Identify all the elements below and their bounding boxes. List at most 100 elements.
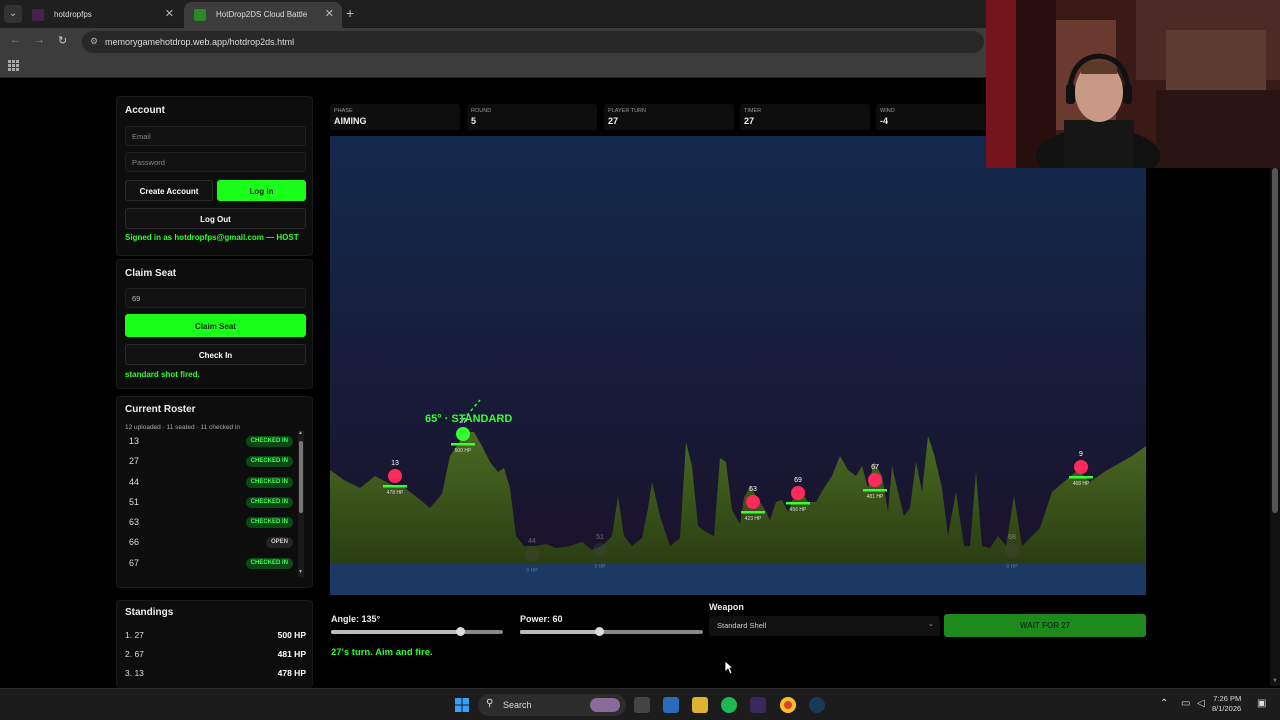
- site-info-icon[interactable]: ⚙: [90, 36, 98, 47]
- tank-number: 13: [391, 460, 399, 467]
- roster-scroll-down-icon[interactable]: ▼: [298, 569, 303, 575]
- roster-status-badge: CHECKED IN: [245, 436, 293, 447]
- tab-hotdropfps[interactable]: hotdropfps ✕: [22, 2, 182, 28]
- logout-button[interactable]: Log Out: [125, 208, 306, 229]
- url-text: memorygamehotdrop.web.app/hotdrop2ds.htm…: [105, 37, 295, 47]
- back-icon[interactable]: ←: [10, 34, 21, 46]
- angle-slider-knob[interactable]: [456, 627, 465, 636]
- tank-health-bar: [1000, 559, 1024, 562]
- stat-round: ROUND 5: [467, 104, 597, 130]
- search-highlight-icon: [590, 698, 620, 712]
- password-field[interactable]: [125, 152, 306, 172]
- tray-chevron-icon[interactable]: ⌃: [1160, 698, 1168, 709]
- email-field[interactable]: [125, 126, 306, 146]
- roster-row[interactable]: 63 CHECKED IN: [121, 512, 297, 532]
- page-scrollbar[interactable]: [1270, 86, 1280, 686]
- tab-search-button[interactable]: ⌄: [4, 5, 22, 23]
- roster-status-badge: CHECKED IN: [245, 476, 293, 488]
- standings-panel: Standings 1. 27 500 HP 2. 67 481 HP 3. 1…: [116, 600, 313, 688]
- roster-list[interactable]: 13 CHECKED IN 27 CHECKED IN 44 CHECKED IN 51 CH…: [121, 431, 297, 571]
- steam-icon[interactable]: [809, 697, 825, 713]
- task-view-icon[interactable]: [634, 697, 650, 713]
- scrollbar-thumb[interactable]: [1272, 168, 1278, 513]
- tank-body: [1005, 543, 1019, 557]
- tab-favicon: [32, 9, 44, 21]
- tank-body: [456, 427, 470, 441]
- tab-hotdrop2ds[interactable]: HotDrop2DS Cloud Battle ✕: [184, 2, 342, 28]
- roster-scroll-up-icon[interactable]: ▲: [298, 430, 303, 436]
- chrome-icon[interactable]: [780, 697, 796, 713]
- roster-scrollbar-thumb[interactable]: [299, 441, 303, 513]
- standings-title: Standings: [125, 607, 174, 618]
- address-bar[interactable]: ⚙ memorygamehotdrop.web.app/hotdrop2ds.h…: [82, 31, 984, 53]
- search-icon: ⚲: [486, 698, 494, 709]
- taskbar-search[interactable]: ⚲ Search: [478, 694, 626, 716]
- apps-grid-icon[interactable]: [8, 60, 19, 71]
- chevron-down-icon: ⌄: [928, 621, 934, 628]
- roster-status-badge: CHECKED IN: [245, 557, 293, 569]
- tank-body: [791, 486, 805, 500]
- spotify-icon[interactable]: [721, 697, 737, 713]
- check-in-button[interactable]: Check In: [125, 344, 306, 365]
- arena-water: [330, 564, 1146, 595]
- roster-row[interactable]: 51 CHECKED IN: [121, 492, 297, 512]
- roster-title: Current Roster: [125, 404, 196, 415]
- notification-icon[interactable]: ▣: [1257, 698, 1266, 709]
- power-slider-fill: [520, 630, 599, 634]
- roster-seat-number: 67: [129, 557, 140, 568]
- claim-seat-title: Claim Seat: [125, 268, 177, 279]
- tank-number: 9: [1079, 451, 1083, 458]
- seat-number-field[interactable]: [125, 288, 306, 308]
- hud-app-icon[interactable]: [750, 697, 766, 713]
- file-explorer-icon[interactable]: [692, 697, 708, 713]
- fire-button[interactable]: WAIT FOR 27: [944, 614, 1146, 637]
- roster-row[interactable]: 13 CHECKED IN: [121, 431, 297, 451]
- create-account-button[interactable]: Create Account: [125, 180, 213, 201]
- tank-hp: 423 HP: [745, 516, 762, 522]
- standings-hp: 481 HP: [277, 649, 306, 659]
- angle-slider[interactable]: [331, 627, 503, 636]
- volume-icon[interactable]: ◁: [1197, 698, 1205, 709]
- tank-body: [388, 469, 402, 483]
- weapon-select[interactable]: Standard Shell ⌄: [709, 616, 940, 636]
- windows-start-icon[interactable]: [454, 697, 470, 713]
- tab-favicon: [194, 9, 206, 21]
- clock-date: 8/1/2026: [1212, 704, 1242, 713]
- close-tab-icon[interactable]: ✕: [325, 7, 334, 20]
- reload-icon[interactable]: ↻: [58, 34, 67, 47]
- claim-seat-button[interactable]: Claim Seat: [125, 314, 306, 337]
- weapon-label: Weapon: [709, 602, 744, 612]
- roster-row[interactable]: 67 CHECKED IN: [121, 553, 297, 571]
- tank-hp: 456 HP: [790, 507, 807, 513]
- roster-row[interactable]: 44 CHECKED IN: [121, 472, 297, 492]
- roster-row[interactable]: 27 CHECKED IN: [121, 451, 297, 471]
- game-arena[interactable]: 13478 HP27500 HP440 HP510 HP63423 HP6945…: [330, 136, 1146, 595]
- network-icon[interactable]: ▭: [1181, 698, 1190, 709]
- tank-number: 67: [871, 464, 879, 471]
- login-button[interactable]: Log In: [217, 180, 306, 201]
- stat-value: 27: [744, 116, 755, 126]
- weapon-value: Standard Shell: [717, 621, 767, 630]
- roster-seat-number: 66: [129, 537, 140, 548]
- roster-status-badge: CHECKED IN: [245, 456, 293, 468]
- claim-status: standard shot fired.: [125, 370, 200, 379]
- power-slider-knob[interactable]: [594, 627, 604, 636]
- new-tab-icon[interactable]: +: [346, 5, 354, 21]
- forward-icon[interactable]: →: [34, 34, 45, 46]
- roster-row[interactable]: 66 OPEN: [121, 532, 297, 552]
- roster-seat-number: 63: [129, 517, 140, 528]
- power-slider[interactable]: [520, 627, 703, 636]
- roster-scrollbar[interactable]: ▲ ▼: [298, 430, 304, 577]
- tank-body: [868, 473, 882, 487]
- taskbar-clock[interactable]: 7:26 PM 8/1/2026: [1212, 694, 1241, 714]
- roster-status-badge: CHECKED IN: [245, 496, 293, 508]
- notepad-icon[interactable]: [663, 697, 679, 713]
- stat-label: PHASE: [334, 108, 353, 114]
- standings-name: 2. 67: [125, 649, 144, 659]
- tank-health-bar: [1069, 476, 1093, 479]
- tank-health-bar: [383, 485, 407, 488]
- tank-body: [593, 543, 607, 557]
- tank-hp: 481 HP: [867, 494, 884, 500]
- scroll-down-icon[interactable]: ▼: [1272, 678, 1278, 684]
- close-tab-icon[interactable]: ✕: [165, 7, 174, 20]
